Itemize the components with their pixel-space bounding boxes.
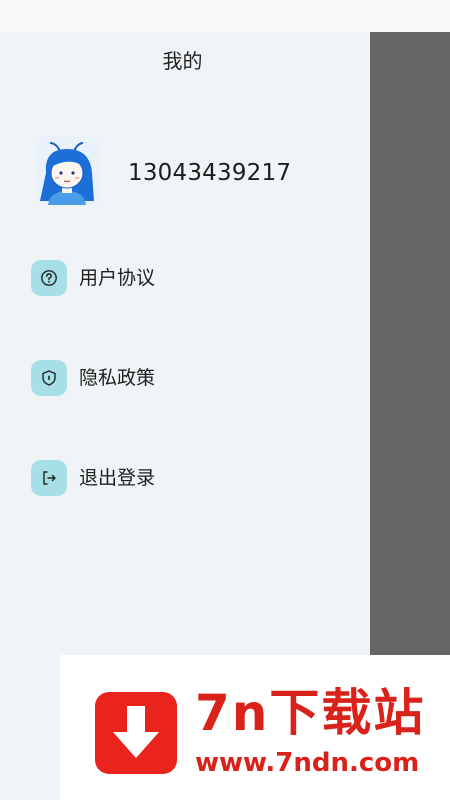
menu-item-privacy-policy[interactable]: 隐私政策 [31,360,155,396]
shield-icon [31,360,67,396]
menu-item-user-agreement[interactable]: 用户协议 [31,260,155,296]
menu-label: 退出登录 [79,467,156,489]
avatar[interactable] [36,137,98,205]
page-title: 我的 [162,49,203,73]
menu-label: 用户协议 [79,267,156,289]
watermark-title: 7n下载站 [195,684,426,742]
phone-number: 13043439217 [128,160,292,186]
status-bar [0,0,450,32]
download-arrow-icon [95,692,177,774]
logout-icon [31,460,67,496]
watermark-banner: 7n下载站 www.7ndn.com [60,655,450,800]
menu-label: 隐私政策 [79,367,156,389]
question-circle-icon [31,260,67,296]
menu-item-logout[interactable]: 退出登录 [31,460,155,496]
watermark-url: www.7ndn.com [195,748,420,778]
